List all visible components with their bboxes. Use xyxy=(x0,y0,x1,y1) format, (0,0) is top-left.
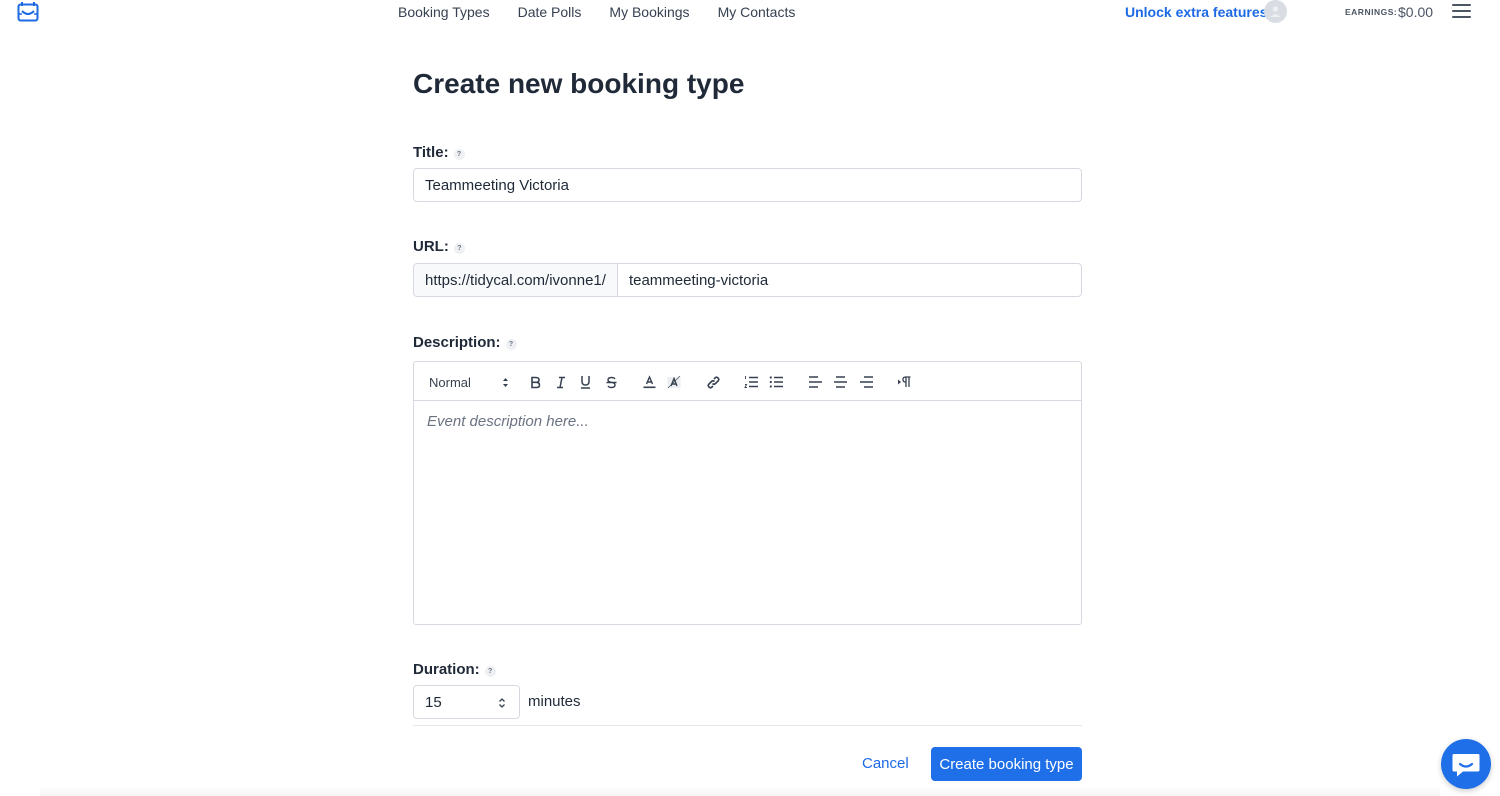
description-editor-body[interactable]: Event description here... xyxy=(414,401,1081,442)
duration-label-text: Duration: xyxy=(413,661,480,678)
user-avatar[interactable] xyxy=(1264,0,1287,23)
duration-input[interactable]: 15 xyxy=(413,685,520,719)
nav-my-bookings[interactable]: My Bookings xyxy=(609,4,689,20)
url-help-icon[interactable]: ? xyxy=(453,242,465,254)
title-label: Title: ? xyxy=(413,144,465,161)
description-label-text: Description: xyxy=(413,334,501,351)
duration-spinner-icon[interactable] xyxy=(498,697,506,709)
text-direction-icon[interactable] xyxy=(896,374,912,390)
url-label: URL: ? xyxy=(413,238,465,255)
url-prefix: https://tidycal.com/ivonne1/ xyxy=(414,264,618,296)
duration-help-icon[interactable]: ? xyxy=(484,665,496,677)
url-slug-value: teammeeting-victoria xyxy=(628,271,769,289)
url-slug-input[interactable]: teammeeting-victoria xyxy=(618,264,1081,296)
description-editor: Normal Event description here... xyxy=(413,361,1082,625)
select-arrows-icon xyxy=(503,377,508,387)
unlock-features-link[interactable]: Unlock extra features! xyxy=(1125,4,1272,20)
chat-widget-button[interactable] xyxy=(1441,739,1491,789)
description-placeholder: Event description here... xyxy=(427,413,589,430)
italic-icon[interactable] xyxy=(554,374,568,390)
description-label: Description: ? xyxy=(413,334,517,351)
earnings-value: $0.00 xyxy=(1398,4,1434,20)
editor-toolbar: Normal xyxy=(414,362,1081,401)
duration-label: Duration: ? xyxy=(413,661,496,678)
title-input-value: Teammeeting Victoria xyxy=(425,176,569,194)
align-right-icon[interactable] xyxy=(859,374,874,390)
earnings-label: EARNINGS: xyxy=(1345,7,1398,17)
text-format-value: Normal xyxy=(429,374,471,390)
main-nav: Booking Types Date Polls My Bookings My … xyxy=(398,4,823,20)
page-title: Create new booking type xyxy=(413,68,745,99)
divider xyxy=(413,725,1082,726)
chat-icon xyxy=(1452,753,1480,776)
description-help-icon[interactable]: ? xyxy=(505,338,517,350)
user-icon xyxy=(1270,6,1281,17)
title-input[interactable]: Teammeeting Victoria xyxy=(413,168,1082,202)
bottom-shadow xyxy=(40,786,1440,796)
text-color-icon[interactable] xyxy=(642,374,656,390)
background-color-icon[interactable] xyxy=(667,374,681,390)
cancel-button[interactable]: Cancel xyxy=(862,755,909,772)
create-booking-type-button[interactable]: Create booking type xyxy=(931,747,1082,781)
strikethrough-icon[interactable] xyxy=(604,374,618,390)
nav-booking-types[interactable]: Booking Types xyxy=(398,4,490,20)
duration-value: 15 xyxy=(425,693,442,711)
title-label-text: Title: xyxy=(413,144,449,161)
nav-my-contacts[interactable]: My Contacts xyxy=(718,4,796,20)
top-nav-bar: Booking Types Date Polls My Bookings My … xyxy=(0,0,1500,24)
tidycal-logo-icon[interactable] xyxy=(17,1,39,22)
hamburger-menu-icon[interactable] xyxy=(1452,4,1471,20)
align-left-icon[interactable] xyxy=(808,374,823,390)
ordered-list-icon[interactable] xyxy=(744,374,759,390)
bullet-list-icon[interactable] xyxy=(769,374,784,390)
bold-icon[interactable] xyxy=(528,374,542,390)
url-input-group: https://tidycal.com/ivonne1/ teammeeting… xyxy=(413,263,1082,297)
title-help-icon[interactable]: ? xyxy=(453,148,465,160)
link-icon[interactable] xyxy=(705,374,721,390)
align-center-icon[interactable] xyxy=(833,374,848,390)
underline-icon[interactable] xyxy=(578,374,592,390)
duration-unit: minutes xyxy=(528,693,581,710)
url-label-text: URL: xyxy=(413,238,449,255)
text-format-select[interactable]: Normal xyxy=(429,374,509,390)
nav-date-polls[interactable]: Date Polls xyxy=(518,4,582,20)
